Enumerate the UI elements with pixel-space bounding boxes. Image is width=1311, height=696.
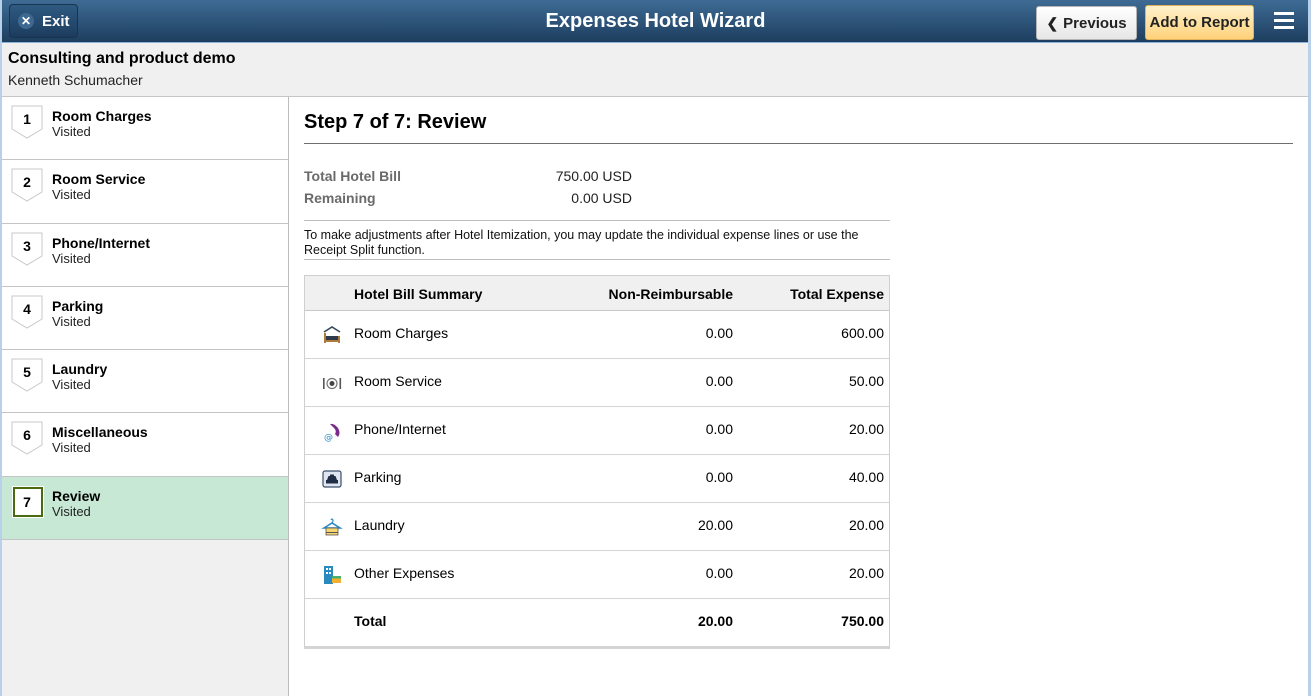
step-label: Parking	[52, 297, 104, 314]
phone-internet-icon: @	[321, 420, 343, 443]
table-row: @ Phone/Internet 0.00 20.00	[305, 407, 889, 455]
row-total-expense: 600.00	[841, 325, 884, 341]
divider	[304, 259, 890, 260]
row-name: Other Expenses	[354, 565, 455, 581]
total-label: Total	[354, 613, 387, 629]
step-number: 1	[23, 111, 31, 127]
row-total-expense: 20.00	[848, 565, 884, 581]
step-number-badge: 2	[11, 168, 43, 202]
sidebar-step-laundry[interactable]: 5 Laundry Visited	[0, 350, 288, 414]
step-label: Miscellaneous	[52, 424, 148, 441]
svg-text:@: @	[324, 433, 333, 442]
laundry-hanger-icon	[321, 516, 343, 538]
hamburger-menu-icon[interactable]	[1274, 12, 1294, 32]
previous-button[interactable]: ❮ Previous	[1036, 6, 1137, 40]
step-status: Visited	[52, 124, 91, 139]
previous-label: Previous	[1063, 14, 1127, 32]
bed-icon	[321, 324, 343, 346]
step-number-badge: 7	[11, 485, 44, 519]
add-to-report-button[interactable]: Add to Report	[1145, 5, 1254, 40]
title-divider	[304, 143, 1293, 144]
step-status: Visited	[52, 313, 91, 329]
step-number-badge: 4	[11, 295, 43, 329]
step-status: Visited	[52, 377, 91, 393]
step-status: Visited	[52, 503, 91, 519]
header-banner: ✕ Exit Expenses Hotel Wizard ❮ Previous …	[0, 0, 1311, 43]
row-total-expense: 40.00	[848, 469, 884, 485]
divider	[304, 220, 890, 221]
column-header-summary: Hotel Bill Summary	[354, 286, 483, 302]
step-number: 7	[23, 493, 31, 510]
sidebar-step-room-charges[interactable]: 1 Room Charges Visited	[0, 97, 288, 161]
remaining-label: Remaining	[304, 190, 376, 206]
step-status: Visited	[52, 187, 91, 203]
step-title: Step 7 of 7: Review	[304, 111, 487, 133]
row-total-expense: 50.00	[848, 373, 884, 389]
itemization-note: To make adjustments after Hotel Itemizat…	[304, 228, 859, 257]
total-expense: 750.00	[841, 613, 884, 629]
other-expenses-icon	[321, 564, 343, 586]
report-context-header: Consulting and product demo Kenneth Schu…	[0, 43, 1311, 97]
step-number: 6	[23, 427, 31, 444]
row-non-reimbursable: 0.00	[705, 421, 733, 437]
step-status: Visited	[52, 250, 91, 266]
sidebar-step-miscellaneous[interactable]: 6 Miscellaneous Visited	[0, 413, 288, 477]
row-name: Phone/Internet	[354, 421, 446, 437]
row-name: Room Service	[354, 373, 442, 389]
step-number-badge: 3	[11, 232, 43, 266]
row-total-expense: 20.00	[848, 517, 884, 533]
hotel-bill-summary-table: Hotel Bill Summary Non-Reimbursable Tota…	[304, 275, 890, 649]
step-number: 4	[23, 300, 31, 317]
table-row: Room Charges 0.00 600.00	[305, 311, 889, 359]
table-total-row: Total 20.00 750.00	[305, 599, 889, 646]
row-non-reimbursable: 20.00	[697, 517, 733, 533]
wizard-steps-sidebar: 1 Room Charges Visited 2 Room Service Visited…	[0, 97, 289, 696]
table-header: Hotel Bill Summary Non-Reimbursable Tota…	[305, 276, 889, 311]
row-name: Room Charges	[354, 325, 449, 341]
row-non-reimbursable: 0.00	[705, 565, 733, 581]
sidebar-step-review[interactable]: 7 Review Visited	[0, 476, 288, 541]
sidebar-step-phone-internet[interactable]: 3 Phone/Internet Visited	[0, 223, 288, 287]
total-non-reimbursable: 20.00	[697, 613, 733, 629]
remaining-value: 0.00 USD	[571, 190, 632, 206]
table-row: Parking 0.00 40.00	[305, 455, 889, 503]
column-header-non-reimbursable: Non-Reimbursable	[608, 286, 733, 302]
report-title: Consulting and product demo	[8, 50, 236, 67]
chevron-left-icon: ❮	[1046, 14, 1059, 31]
employee-name: Kenneth Schumacher	[8, 72, 143, 88]
step-number-badge: 5	[11, 358, 43, 392]
table-row: Laundry 20.00 20.00	[305, 503, 889, 551]
step-number: 5	[23, 364, 31, 381]
row-total-expense: 20.00	[848, 421, 884, 437]
table-row: Room Service 0.00 50.00	[305, 359, 889, 407]
step-number-badge: 6	[11, 421, 43, 456]
step-label: Phone/Internet	[52, 234, 151, 251]
step-label: Review	[52, 487, 101, 504]
sidebar-step-parking[interactable]: 4 Parking Visited	[0, 286, 288, 351]
step-label: Laundry	[52, 361, 108, 378]
table-row: Other Expenses 0.00 20.00	[305, 551, 889, 599]
window-frame-left	[0, 0, 2, 696]
row-non-reimbursable: 0.00	[705, 325, 733, 341]
total-hotel-bill-value: 750.00 USD	[555, 168, 632, 184]
step-label: Room Charges	[52, 108, 152, 124]
row-name: Parking	[354, 469, 402, 485]
step-status: Visited	[52, 440, 91, 456]
total-hotel-bill-label: Total Hotel Bill	[304, 168, 401, 184]
row-non-reimbursable: 0.00	[705, 373, 733, 389]
step-number: 2	[23, 174, 31, 191]
room-service-icon	[321, 372, 343, 394]
step-number-badge: 1	[11, 105, 43, 139]
step-label: Room Service	[52, 171, 146, 188]
sidebar-step-room-service[interactable]: 2 Room Service Visited	[0, 160, 288, 224]
row-name: Laundry	[354, 517, 405, 533]
column-header-total-expense: Total Expense	[790, 286, 884, 302]
parking-car-icon	[321, 468, 343, 490]
row-non-reimbursable: 0.00	[705, 469, 733, 485]
step-number: 3	[23, 237, 31, 254]
main-content: Step 7 of 7: Review Total Hotel Bill 750…	[290, 97, 1308, 696]
